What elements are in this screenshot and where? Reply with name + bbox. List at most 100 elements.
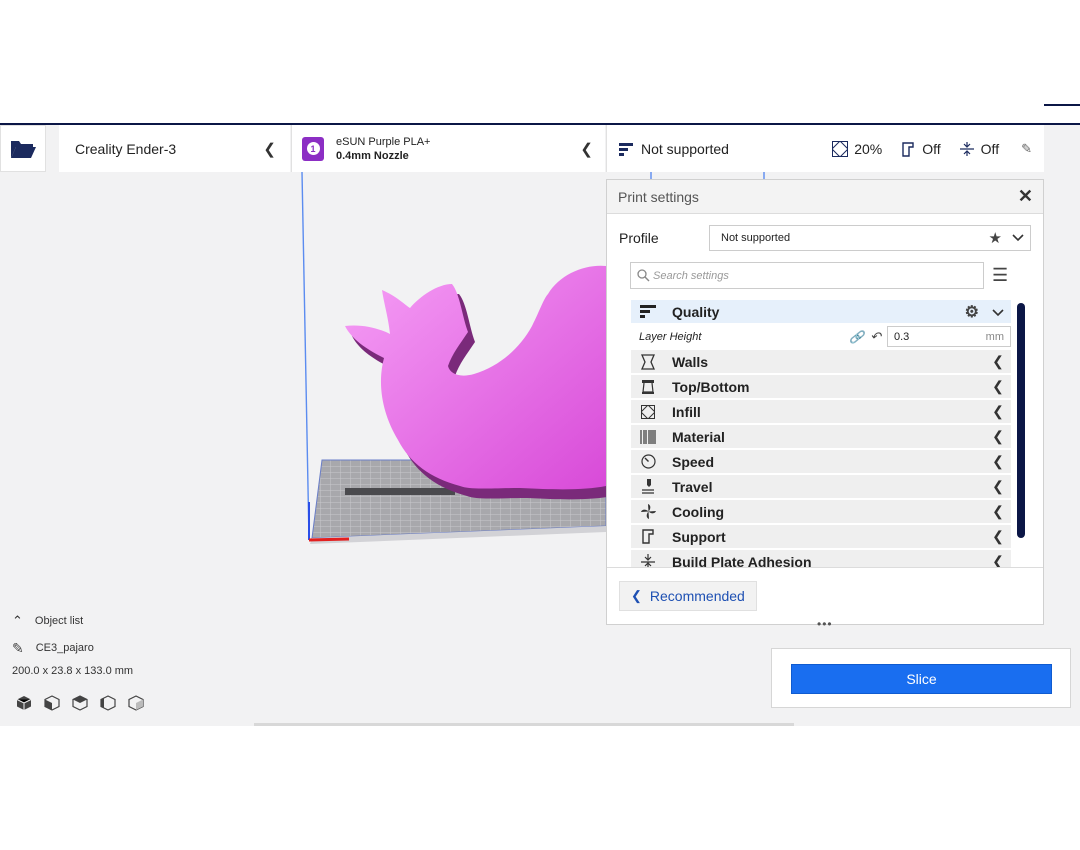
right-view-icon[interactable] [128, 695, 144, 711]
close-icon[interactable]: ✕ [1018, 186, 1033, 207]
setting-label: Layer Height [639, 330, 702, 343]
category-top-bottom[interactable]: Top/Bottom ❮ [631, 375, 1011, 398]
support-icon [902, 141, 914, 157]
chevron-left-icon: ❮ [992, 353, 1004, 369]
chevron-up-icon: ⌃ [12, 613, 23, 628]
profile-dropdown[interactable]: Not supported ★ [709, 225, 1031, 251]
chevron-left-icon: ❮ [992, 453, 1004, 469]
category-support[interactable]: Support ❮ [631, 525, 1011, 548]
search-icon [637, 269, 650, 282]
panel-resize-handle[interactable]: ••• [817, 617, 833, 631]
profile-summary: Not supported [641, 140, 729, 157]
search-settings-input[interactable]: Search settings [630, 262, 984, 289]
pencil-icon[interactable]: ✎ [1021, 141, 1032, 157]
chevron-down-icon [1012, 234, 1024, 242]
material-name: eSUN Purple PLA+ [336, 135, 431, 148]
folder-open-icon [11, 140, 36, 158]
adhesion-summary: Off [959, 141, 999, 157]
chevron-left-icon: ❮ [263, 140, 276, 158]
build-plate-adhesion-icon [641, 554, 655, 568]
category-label: Speed [672, 453, 715, 470]
category-build-plate-adhesion[interactable]: Build Plate Adhesion ❮ [631, 550, 1011, 568]
front-view-icon[interactable] [44, 695, 60, 711]
material-selector[interactable]: 1 eSUN Purple PLA+ 0.4mm Nozzle ❮ [291, 125, 605, 172]
profile-label: Profile [619, 230, 659, 246]
category-material[interactable]: Material ❮ [631, 425, 1011, 448]
category-label: Cooling [672, 503, 725, 520]
window-top-accent [1044, 104, 1080, 106]
recommended-label: Recommended [649, 588, 745, 604]
infill-icon [832, 140, 849, 157]
chevron-left-icon: ❮ [992, 478, 1004, 494]
nozzle-size: 0.4mm Nozzle [336, 149, 409, 162]
view-buttons [12, 694, 144, 712]
support-icon [642, 529, 654, 544]
link-icon[interactable]: 🔗 [849, 330, 864, 344]
print-settings-summary[interactable]: Not supported 20% Off Off ✎ [606, 125, 1044, 172]
adhesion-icon [959, 141, 974, 156]
print-settings-panel: Print settings ✕ Profile Not supported ★… [606, 179, 1044, 631]
layer-height-unit: mm [985, 330, 1004, 343]
category-infill[interactable]: Infill ❮ [631, 400, 1011, 423]
slice-button[interactable]: Slice [791, 664, 1052, 694]
object-list-header: Object list [34, 615, 84, 627]
print-settings-title: Print settings [618, 188, 699, 205]
reset-icon[interactable]: ↶ [870, 329, 881, 345]
material-icon [640, 429, 656, 444]
layer-height-value: 0.3 [894, 330, 910, 343]
layer-height-input[interactable]: 0.3 mm [887, 326, 1011, 347]
object-list-panel: ⌃ Object list ✎ CE3_pajaro 200.0 x 23.8 … [12, 612, 144, 712]
chevron-left-icon: ❮ [992, 403, 1004, 419]
slice-label: Slice [906, 671, 937, 687]
left-view-icon[interactable] [100, 695, 116, 711]
category-speed[interactable]: Speed ❮ [631, 450, 1011, 473]
chevron-left-icon: ❮ [992, 503, 1004, 519]
extruder-badge-icon: 1 [302, 136, 324, 161]
category-label: Top/Bottom [672, 378, 750, 395]
pencil-icon: ✎ [12, 639, 24, 656]
chevron-left-icon: ❮ [992, 528, 1004, 544]
infill-value: 20% [854, 140, 883, 157]
cooling-icon [640, 504, 656, 519]
window-top-border [0, 123, 1080, 125]
gear-icon[interactable]: ⚙ [965, 302, 979, 322]
category-label: Support [672, 528, 726, 545]
bottom-edge-shadow [254, 723, 794, 726]
category-label: Infill [672, 403, 701, 420]
category-label: Quality [672, 303, 720, 320]
category-cooling[interactable]: Cooling ❮ [631, 500, 1011, 523]
category-travel[interactable]: Travel ❮ [631, 475, 1011, 498]
chevron-left-icon: ❮ [580, 140, 593, 158]
printer-name: Creality Ender-3 [75, 140, 177, 157]
profile-row: Profile Not supported ★ [619, 225, 1031, 251]
category-label: Walls [672, 353, 709, 370]
extruder-number: 1 [306, 142, 320, 155]
object-name-row[interactable]: ✎ CE3_pajaro [12, 639, 144, 657]
quality-icon [619, 142, 633, 156]
infill-summary: 20% [832, 140, 883, 157]
category-label: Material [672, 428, 725, 445]
speed-icon [640, 454, 656, 469]
recommended-button[interactable]: ❮ Recommended [619, 581, 757, 611]
top-view-icon[interactable] [72, 695, 88, 711]
chevron-down-icon [992, 308, 1004, 316]
infill-icon [641, 404, 655, 419]
open-file-button[interactable] [0, 125, 46, 172]
support-value: Off [922, 140, 941, 157]
category-label: Build Plate Adhesion [672, 553, 812, 569]
chevron-left-icon: ❮ [992, 378, 1004, 394]
3d-view-icon[interactable] [16, 695, 32, 711]
category-walls[interactable]: Walls ❮ [631, 350, 1011, 373]
profile-value: Not supported [721, 232, 791, 244]
category-quality[interactable]: Quality ⚙ [631, 300, 1011, 323]
settings-visibility-menu-icon[interactable]: ☰ [992, 265, 1008, 286]
object-dimensions: 200.0 x 23.8 x 133.0 mm [12, 665, 134, 677]
star-icon[interactable]: ★ [989, 229, 1002, 247]
object-list-toggle[interactable]: ⌃ Object list [12, 612, 144, 630]
printer-selector[interactable]: Creality Ender-3 ❮ [59, 125, 290, 172]
quality-icon [640, 304, 656, 318]
settings-scrollbar[interactable] [1017, 303, 1025, 538]
support-summary: Off [900, 140, 941, 157]
walls-icon [641, 353, 655, 370]
category-label: Travel [672, 478, 713, 495]
